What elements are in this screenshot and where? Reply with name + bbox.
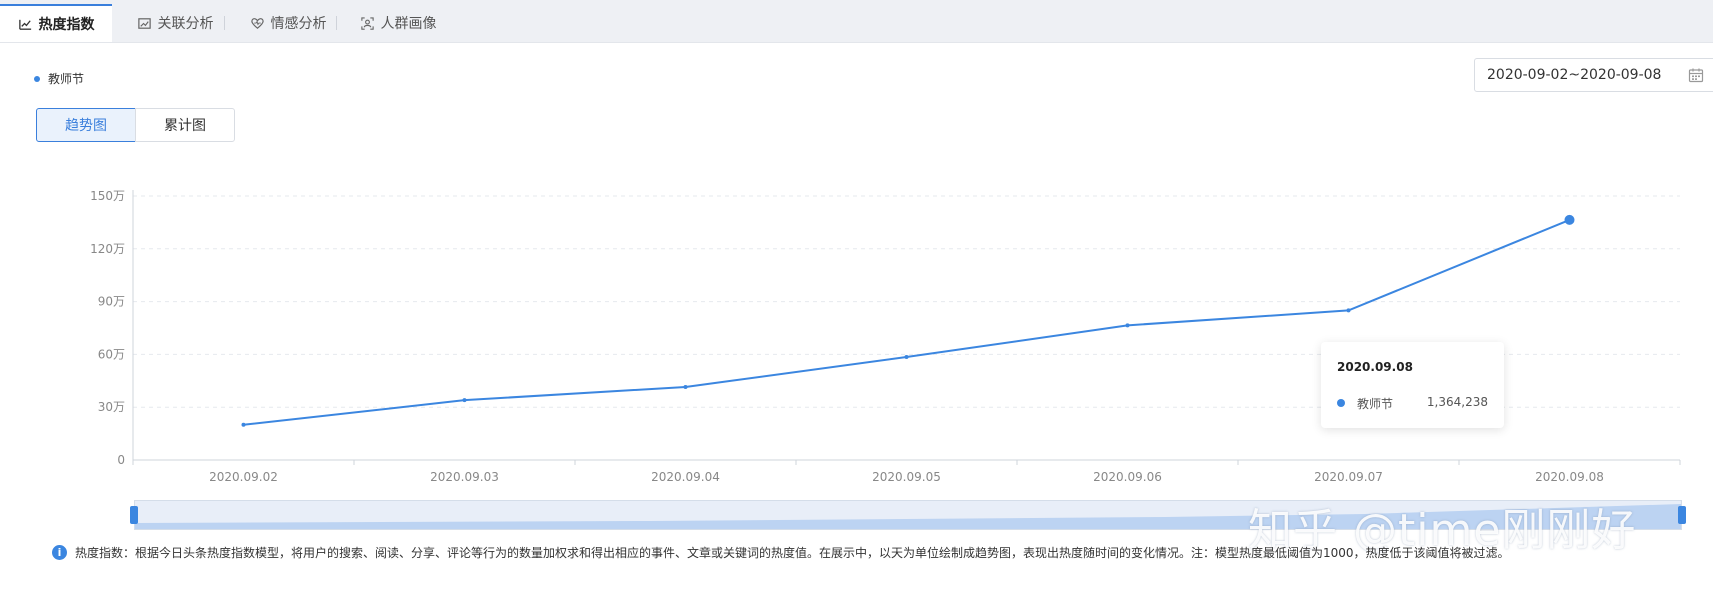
data-point <box>683 384 688 389</box>
chart-tooltip: 2020.09.08 教师节 1,364,238 <box>1321 342 1504 428</box>
zoom-left-handle[interactable] <box>130 506 138 524</box>
y-tick-label: 30万 <box>98 400 125 414</box>
y-tick-label: 90万 <box>98 295 125 309</box>
data-point <box>1346 308 1351 313</box>
tooltip-series-name: 教师节 <box>1357 397 1394 411</box>
y-tick-label: 150万 <box>90 189 125 203</box>
data-point <box>904 355 909 360</box>
zoom-right-handle[interactable] <box>1678 506 1686 524</box>
data-point <box>462 398 467 403</box>
info-note-text: 热度指数：根据今日头条热度指数模型，将用户的搜索、阅读、分享、评论等行为的数量加… <box>75 546 1510 560</box>
x-tick-label: 2020.09.06 <box>1093 470 1162 484</box>
tooltip-series-marker <box>1337 399 1345 407</box>
x-tick-label: 2020.09.08 <box>1535 470 1604 484</box>
data-point <box>241 422 246 427</box>
y-tick-label: 0 <box>117 453 125 467</box>
x-tick-label: 2020.09.04 <box>651 470 720 484</box>
data-point <box>1564 214 1575 225</box>
x-tick-label: 2020.09.07 <box>1314 470 1383 484</box>
y-tick-label: 120万 <box>90 242 125 256</box>
x-tick-label: 2020.09.05 <box>872 470 941 484</box>
x-tick-label: 2020.09.03 <box>430 470 499 484</box>
info-icon: i <box>52 545 67 560</box>
tooltip-title: 2020.09.08 <box>1337 360 1413 374</box>
data-point <box>1125 323 1130 328</box>
y-tick-label: 60万 <box>98 347 125 361</box>
x-tick-label: 2020.09.02 <box>209 470 278 484</box>
info-note: i 热度指数：根据今日头条热度指数模型，将用户的搜索、阅读、分享、评论等行为的数… <box>52 544 1510 561</box>
tooltip-value: 1,364,238 <box>1426 395 1488 409</box>
